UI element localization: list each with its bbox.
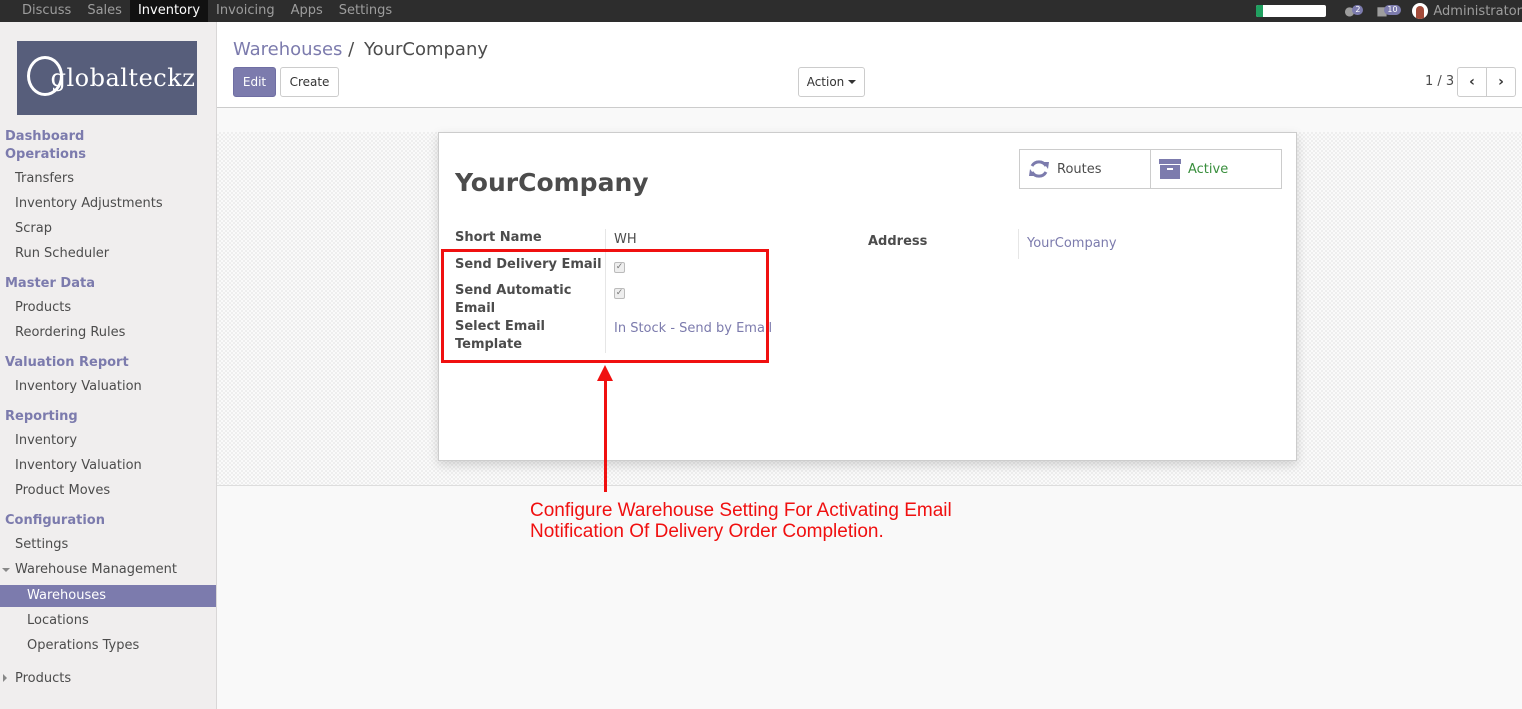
sidebar-header-valuation-report: Valuation Report (5, 355, 129, 370)
active-toggle-button[interactable]: Active (1150, 150, 1281, 188)
control-panel: Warehouses / YourCompany Edit Create Act… (217, 22, 1522, 108)
annotation-text: Configure Warehouse Setting For Activati… (530, 500, 952, 542)
company-logo: globalteckz (17, 41, 197, 115)
short-name-value: WH (614, 232, 637, 247)
messages-icon[interactable]: ■ 10 (1376, 4, 1401, 18)
action-dropdown[interactable]: Action (798, 67, 865, 97)
sidebar-header-master-data: Master Data (5, 276, 95, 291)
smart-buttons: Routes Active (1019, 149, 1282, 189)
chat-icon[interactable]: ● 2 (1344, 4, 1366, 18)
sidebar-item-run-scheduler[interactable]: Run Scheduler (15, 246, 109, 261)
sidebar-header-operations: Operations (5, 147, 86, 162)
chat-badge: 2 (1352, 5, 1364, 15)
sidebar-item-products[interactable]: Products (15, 300, 71, 315)
collapsed-caret-icon (3, 674, 7, 682)
menu-discuss[interactable]: Discuss (14, 0, 79, 22)
sidebar-item-inventory-valuation[interactable]: Inventory Valuation (15, 379, 142, 394)
sidebar-header-configuration: Configuration (5, 513, 105, 528)
short-name-label: Short Name (455, 230, 542, 245)
annotation-line-2: Notification Of Delivery Order Completio… (530, 521, 884, 542)
sidebar-item-locations[interactable]: Locations (27, 613, 89, 628)
top-navbar: Discuss Sales Inventory Invoicing Apps S… (0, 0, 1522, 22)
pager-value[interactable]: 1 / 3 (1425, 74, 1454, 89)
menu-sales[interactable]: Sales (79, 0, 130, 22)
sidebar-item-scrap[interactable]: Scrap (15, 221, 52, 236)
routes-label: Routes (1057, 161, 1102, 177)
address-value-link[interactable]: YourCompany (1027, 236, 1117, 251)
pager-previous-button[interactable]: ‹ (1457, 67, 1487, 97)
breadcrumb: Warehouses / YourCompany (233, 39, 488, 60)
expanded-caret-icon (2, 568, 10, 572)
menu-settings[interactable]: Settings (331, 0, 400, 22)
sidebar-item-inventory[interactable]: Inventory (15, 433, 77, 448)
active-label: Active (1188, 161, 1229, 177)
chevron-right-icon: › (1498, 74, 1504, 90)
highlight-box (441, 249, 769, 363)
sidebar-item-warehouses[interactable]: Warehouses (0, 585, 216, 607)
sidebar-item-products-config[interactable]: Products (15, 671, 71, 686)
breadcrumb-separator: / (348, 39, 355, 60)
menu-inventory[interactable]: Inventory (129, 0, 209, 22)
edit-button[interactable]: Edit (233, 67, 276, 97)
menu-apps[interactable]: Apps (283, 0, 331, 22)
app-menu: Discuss Sales Inventory Invoicing Apps S… (14, 0, 400, 22)
sidebar-item-reordering-rules[interactable]: Reordering Rules (15, 325, 125, 340)
onboarding-progress-bar[interactable] (1256, 5, 1327, 17)
chevron-left-icon: ‹ (1469, 74, 1475, 90)
sidebar-header-dashboard[interactable]: Dashboard (5, 129, 84, 144)
sidebar-item-inventory-adjustments[interactable]: Inventory Adjustments (15, 196, 163, 211)
breadcrumb-warehouses-link[interactable]: Warehouses (233, 39, 342, 60)
chevron-down-icon (848, 80, 857, 84)
action-label: Action (806, 75, 845, 89)
breadcrumb-current: YourCompany (363, 39, 489, 60)
sidebar-header-reporting: Reporting (5, 409, 78, 424)
avatar[interactable] (1412, 3, 1429, 19)
sidebar-item-settings[interactable]: Settings (15, 537, 68, 552)
annotation-line-1: Configure Warehouse Setting For Activati… (530, 500, 952, 521)
create-button[interactable]: Create (280, 67, 339, 97)
user-menu[interactable]: Administrator (1433, 4, 1522, 19)
sidebar-item-operations-types[interactable]: Operations Types (27, 638, 139, 653)
logo-text: globalteckz (50, 64, 196, 92)
annotation-arrow-line (604, 378, 607, 492)
sidebar-item-inventory-valuation-report[interactable]: Inventory Valuation (15, 458, 142, 473)
messages-badge: 10 (1384, 5, 1401, 15)
address-divider (1018, 229, 1019, 259)
sidebar-item-warehouse-management[interactable]: Warehouse Management (15, 562, 177, 577)
address-label: Address (868, 234, 928, 249)
sidebar-item-product-moves[interactable]: Product Moves (15, 483, 110, 498)
form-view: YourCompany Routes Active Short Name WH … (217, 108, 1522, 709)
routes-button[interactable]: Routes (1020, 150, 1150, 188)
record-title: YourCompany (455, 168, 649, 197)
pager-next-button[interactable]: › (1486, 67, 1516, 97)
archive-icon (1159, 159, 1181, 179)
menu-invoicing[interactable]: Invoicing (208, 0, 283, 22)
sidebar: globalteckz Dashboard Operations Transfe… (0, 22, 217, 709)
refresh-icon (1029, 160, 1049, 178)
sidebar-item-transfers[interactable]: Transfers (15, 171, 74, 186)
